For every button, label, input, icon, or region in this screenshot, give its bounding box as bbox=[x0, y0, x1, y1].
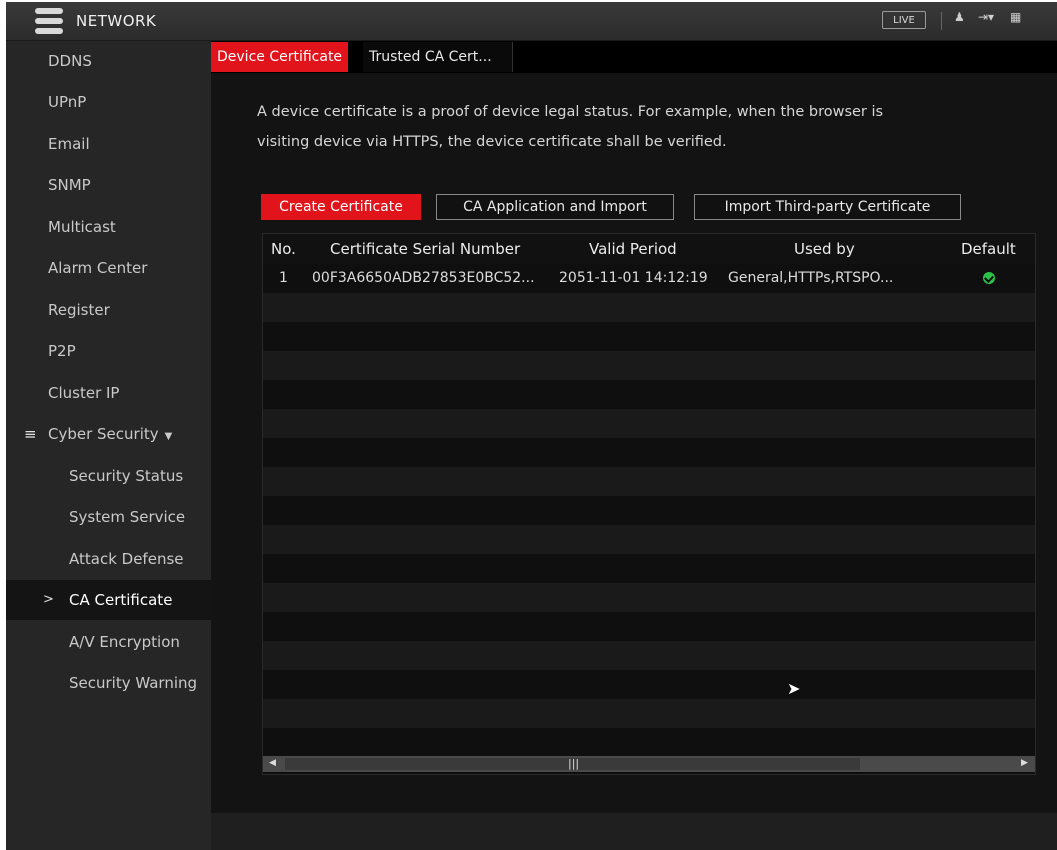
import-third-party-certificate-button[interactable]: Import Third-party Certificate bbox=[694, 194, 961, 220]
cell-serial-number: 00F3A6650ADB27853E0BC52... bbox=[312, 270, 535, 286]
table-row-empty bbox=[263, 467, 1035, 496]
live-button[interactable]: LIVE bbox=[882, 11, 926, 29]
sidebar-item-label: Alarm Center bbox=[48, 259, 148, 277]
create-certificate-button[interactable]: Create Certificate bbox=[261, 194, 421, 220]
table-row-empty bbox=[263, 612, 1035, 641]
sidebar-item-label: P2P bbox=[48, 342, 76, 360]
sidebar-item-label: Security Status bbox=[69, 467, 184, 485]
sidebar-item-label: UPnP bbox=[48, 93, 87, 111]
column-header-serial: Certificate Serial Number bbox=[330, 240, 521, 258]
default-check-icon bbox=[983, 272, 995, 284]
cell-used-by: General,HTTPs,RTSPO... bbox=[728, 270, 894, 286]
logout-icon[interactable]: ⇥▾ bbox=[978, 10, 994, 24]
sidebar-item-register[interactable]: Register bbox=[6, 290, 211, 330]
scroll-right-icon[interactable]: ▶ bbox=[1021, 758, 1028, 768]
table-row-empty bbox=[263, 409, 1035, 438]
sidebar-item-label: Cyber Security bbox=[48, 425, 159, 443]
sidebar-item-p2p[interactable]: P2P bbox=[6, 331, 211, 371]
sidebar-item-alarm-center[interactable]: Alarm Center bbox=[6, 248, 211, 288]
table-row-empty bbox=[263, 641, 1035, 670]
sidebar-item-email[interactable]: Email bbox=[6, 124, 211, 164]
table-row-empty bbox=[263, 380, 1035, 409]
caret-down-icon: ▼ bbox=[164, 431, 173, 442]
table-row[interactable]: 1 00F3A6650ADB27853E0BC52... 2051-11-01 … bbox=[263, 264, 1035, 293]
sidebar-subitem-av-encryption[interactable]: A/V Encryption bbox=[6, 622, 211, 662]
sidebar: DDNS UPnP Email SNMP Multicast Alarm Cen… bbox=[6, 41, 211, 850]
sidebar-subitem-attack-defense[interactable]: Attack Defense bbox=[6, 539, 211, 579]
table-row-empty bbox=[263, 728, 1035, 757]
sidebar-item-ddns[interactable]: DDNS bbox=[6, 41, 211, 81]
sidebar-item-multicast[interactable]: Multicast bbox=[6, 207, 211, 247]
sidebar-item-label: DDNS bbox=[48, 52, 92, 70]
sidebar-item-label: Register bbox=[48, 301, 110, 319]
sidebar-item-label: System Service bbox=[69, 508, 186, 526]
top-bar: NETWORK LIVE ♟ ⇥▾ ▦ bbox=[6, 2, 1057, 41]
column-header-used-by: Used by bbox=[794, 240, 855, 258]
cell-valid-period: 2051-11-01 14:12:19 bbox=[559, 270, 708, 286]
table-row-empty bbox=[263, 670, 1035, 699]
horizontal-scrollbar[interactable]: ◀ ||| ▶ bbox=[263, 756, 1035, 772]
sidebar-subitem-system-service[interactable]: System Service bbox=[6, 497, 211, 537]
table-row-empty bbox=[263, 554, 1035, 583]
scroll-left-icon[interactable]: ◀ bbox=[269, 758, 276, 768]
sidebar-subitem-security-warning[interactable]: Security Warning bbox=[6, 663, 211, 703]
divider bbox=[941, 12, 942, 30]
sidebar-item-upnp[interactable]: UPnP bbox=[6, 82, 211, 122]
chevron-right-icon: > bbox=[43, 592, 54, 607]
qr-code-icon[interactable]: ▦ bbox=[1010, 10, 1021, 24]
main-content: Device Certificate Trusted CA Cert... A … bbox=[211, 41, 1057, 850]
column-header-valid-period: Valid Period bbox=[589, 240, 677, 258]
tab-bar: Device Certificate Trusted CA Cert... bbox=[211, 41, 1057, 73]
sidebar-item-label: SNMP bbox=[48, 176, 91, 194]
sidebar-item-label: Email bbox=[48, 135, 90, 153]
tab-trusted-ca-certificate[interactable]: Trusted CA Cert... bbox=[363, 42, 513, 72]
scroll-grip-icon: ||| bbox=[568, 757, 580, 770]
sidebar-item-label: Cluster IP bbox=[48, 384, 120, 402]
sidebar-subitem-ca-certificate[interactable]: > CA Certificate bbox=[6, 580, 211, 620]
footer-bar bbox=[211, 813, 1057, 850]
table-row-empty bbox=[263, 496, 1035, 525]
app-window: NETWORK LIVE ♟ ⇥▾ ▦ DDNS UPnP Email SNMP… bbox=[6, 2, 1057, 850]
cell-no: 1 bbox=[279, 270, 288, 286]
table-row-empty bbox=[263, 293, 1035, 322]
column-header-default: Default bbox=[961, 240, 1016, 258]
sidebar-item-label: CA Certificate bbox=[69, 591, 173, 609]
sidebar-item-label: A/V Encryption bbox=[69, 633, 180, 651]
sidebar-item-cyber-security[interactable]: ≡ Cyber Security ▼ bbox=[6, 414, 211, 454]
table-row-empty bbox=[263, 351, 1035, 380]
sidebar-subitem-security-status[interactable]: Security Status bbox=[6, 456, 211, 496]
table-row-empty bbox=[263, 438, 1035, 467]
description-line-1: A device certificate is a proof of devic… bbox=[257, 104, 884, 120]
user-icon[interactable]: ♟ bbox=[954, 10, 965, 24]
sidebar-item-label: Attack Defense bbox=[69, 550, 184, 568]
page-title: NETWORK bbox=[76, 12, 157, 30]
table-header: No. Certificate Serial Number Valid Peri… bbox=[263, 234, 1035, 264]
description-line-2: visiting device via HTTPS, the device ce… bbox=[257, 134, 727, 150]
sidebar-item-snmp[interactable]: SNMP bbox=[6, 165, 211, 205]
ca-application-import-button[interactable]: CA Application and Import bbox=[436, 194, 674, 220]
menu-icon[interactable] bbox=[35, 6, 65, 36]
sidebar-item-label: Security Warning bbox=[69, 674, 198, 692]
mouse-cursor-icon: ➤ bbox=[787, 679, 801, 698]
column-header-no: No. bbox=[271, 240, 296, 258]
table-row-empty bbox=[263, 322, 1035, 351]
sidebar-item-label: Multicast bbox=[48, 218, 116, 236]
tab-device-certificate[interactable]: Device Certificate bbox=[211, 42, 349, 72]
table-row-empty bbox=[263, 525, 1035, 554]
list-icon: ≡ bbox=[24, 425, 37, 443]
certificate-table: No. Certificate Serial Number Valid Peri… bbox=[262, 233, 1036, 775]
table-row-empty bbox=[263, 583, 1035, 612]
sidebar-item-cluster-ip[interactable]: Cluster IP bbox=[6, 373, 211, 413]
table-row-empty bbox=[263, 699, 1035, 728]
